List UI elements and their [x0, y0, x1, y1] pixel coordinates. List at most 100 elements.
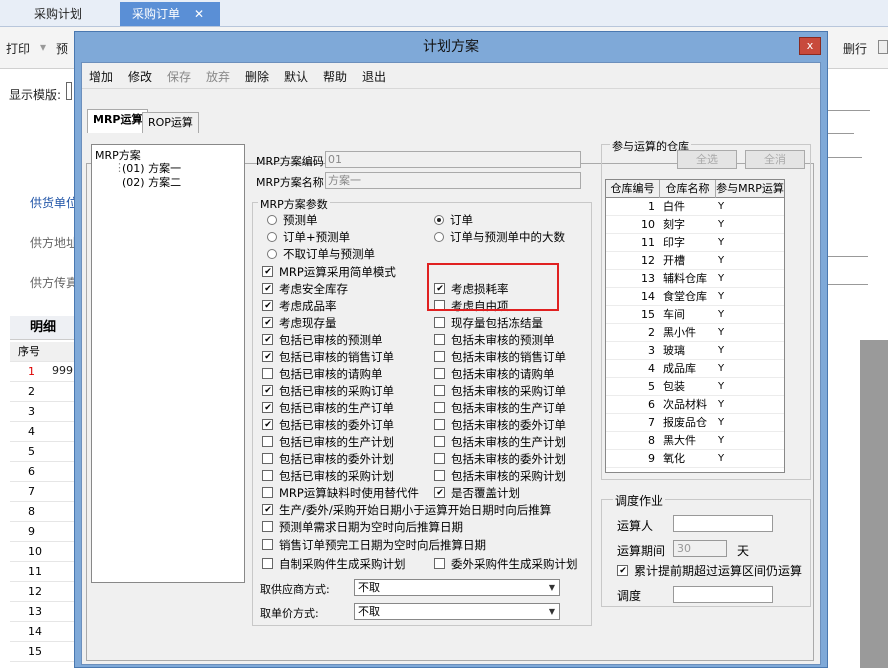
checkbox-option[interactable]: 包括已审核的采购计划 [262, 469, 394, 483]
checkbox-option[interactable]: 生产/委外/采购开始日期小于运算开始日期时向后推算 [262, 503, 551, 517]
grid-row-number[interactable]: 4 [10, 422, 74, 442]
checkbox-box[interactable] [262, 317, 273, 328]
radio-order-plus-forecast[interactable]: 订单+预测单 [267, 230, 350, 244]
grid-row-number[interactable]: 15 [10, 642, 74, 662]
checkbox-box[interactable] [262, 504, 273, 515]
table-row[interactable]: 13 辅料仓库 Y [606, 270, 784, 288]
checkbox-option[interactable]: 包括已审核的销售订单 [262, 350, 394, 364]
chevron-down-icon[interactable]: ▼ [547, 583, 557, 592]
checkbox-box[interactable] [262, 521, 273, 533]
menu-edit[interactable]: 修改 [128, 68, 152, 85]
checkbox-option[interactable]: 考虑现存量 [262, 316, 337, 330]
checkbox-option[interactable]: 包括已审核的委外计划 [262, 452, 394, 466]
tab-rop[interactable]: ROP运算 [142, 112, 199, 133]
grid-row-number[interactable]: 6 [10, 462, 74, 482]
tab-purchase-plan[interactable]: 采购计划 [22, 2, 94, 26]
check-cumulative[interactable]: 累计提前期超过运算区间仍运算 [617, 564, 802, 578]
checkbox-box[interactable] [262, 334, 273, 345]
radio-order[interactable]: 订单 [434, 213, 473, 227]
radio-forecast[interactable]: 预测单 [267, 213, 318, 227]
checkbox-box[interactable] [262, 470, 273, 481]
grid-row-number[interactable]: 5 [10, 442, 74, 462]
checkbox-option[interactable]: 包括未审核的委外计划 [434, 452, 566, 466]
checkbox-option[interactable]: 包括已审核的请购单 [262, 367, 383, 381]
table-row[interactable]: 14 食堂仓库 Y [606, 288, 784, 306]
checkbox-option[interactable]: 包括已审核的采购订单 [262, 384, 394, 398]
menu-cancel[interactable]: 放弃 [206, 68, 230, 85]
checkbox-option[interactable]: 包括已审核的生产订单 [262, 401, 394, 415]
clear-all-button[interactable]: 全消 [745, 150, 805, 169]
supplier-mode-select[interactable]: 不取 ▼ [354, 579, 560, 596]
select-all-button[interactable]: 全选 [677, 150, 737, 169]
checkbox-box[interactable] [434, 317, 445, 328]
checkbox-box[interactable] [434, 453, 445, 464]
checkbox-option[interactable]: 销售订单预完工日期为空时向后推算日期 [262, 538, 486, 552]
checkbox-option[interactable]: 是否覆盖计划 [434, 486, 520, 500]
scheme-name-field[interactable]: 方案一 [325, 172, 581, 189]
checkbox-option[interactable]: MRP运算采用简单模式 [262, 265, 396, 279]
table-row[interactable]: 8 黑大件 Y [606, 432, 784, 450]
checkbox-box[interactable] [434, 436, 445, 447]
menu-delete[interactable]: 删除 [245, 68, 269, 85]
check-self-made[interactable]: 自制采购件生成采购计划 [262, 557, 406, 571]
check-self-made-box[interactable] [262, 558, 273, 569]
table-row[interactable]: 11 印字 Y [606, 234, 784, 252]
radio-max-of-both[interactable]: 订单与预测单中的大数 [434, 230, 565, 244]
checkbox-option[interactable]: 考虑成品率 [262, 299, 337, 313]
col-warehouse-no[interactable]: 仓库编号 [606, 180, 660, 198]
radio-forecast-indicator[interactable] [267, 215, 277, 225]
grid-row-number[interactable]: 10 [10, 542, 74, 562]
grid-row-number[interactable]: 14 [10, 622, 74, 642]
col-warehouse-name[interactable]: 仓库名称 [660, 180, 716, 198]
checkbox-box[interactable] [434, 419, 445, 430]
menu-default[interactable]: 默认 [284, 68, 308, 85]
checkbox-option[interactable]: 包括已审核的生产计划 [262, 435, 394, 449]
check-outsourced-box[interactable] [434, 558, 445, 569]
more-button[interactable] [878, 40, 888, 54]
template-select[interactable] [66, 82, 72, 100]
checkbox-option[interactable]: 包括未审核的预测单 [434, 333, 555, 347]
table-row[interactable]: 2 黑小件 Y [606, 324, 784, 342]
grid-row-number[interactable]: 13 [10, 602, 74, 622]
checkbox-box[interactable] [262, 368, 273, 379]
checkbox-box[interactable] [262, 419, 273, 430]
tab-purchase-order[interactable]: 采购订单 ✕ [120, 2, 220, 26]
table-row[interactable]: 1 白件 Y [606, 198, 784, 216]
close-button[interactable]: x [799, 37, 821, 55]
radio-none[interactable]: 不取订单与预测单 [267, 247, 375, 261]
checkbox-box[interactable] [262, 385, 273, 396]
checkbox-box[interactable] [262, 538, 273, 550]
grid-row-number[interactable]: 11 [10, 562, 74, 582]
table-row[interactable]: 10 刻字 Y [606, 216, 784, 234]
table-row[interactable]: 7 报废品仓 Y [606, 414, 784, 432]
radio-none-indicator[interactable] [267, 249, 277, 259]
col-participate-mrp[interactable]: 参与MRP运算 [716, 180, 784, 198]
checkbox-box[interactable] [434, 368, 445, 379]
warehouse-table[interactable]: 仓库编号 仓库名称 参与MRP运算 1 白件 Y 10 刻字 Y 11 印字 Y 12 开槽 Y 13 辅… [605, 179, 785, 473]
dispatch-input[interactable] [673, 586, 773, 603]
checkbox-option[interactable]: 包括已审核的预测单 [262, 333, 383, 347]
checkbox-box[interactable] [434, 470, 445, 481]
checkbox-box[interactable] [434, 402, 445, 413]
checkbox-option[interactable]: 包括未审核的采购计划 [434, 469, 566, 483]
radio-order-indicator[interactable] [434, 215, 444, 225]
preview-button[interactable]: 预 [56, 40, 68, 57]
menu-help[interactable]: 帮助 [323, 68, 347, 85]
tree-item-scheme-2[interactable]: (02) 方案二 [122, 174, 181, 190]
checkbox-box[interactable] [262, 283, 273, 294]
delete-row-button[interactable]: 删行 [843, 40, 867, 57]
checkbox-box[interactable] [434, 487, 445, 498]
grid-row-number[interactable]: 7 [10, 482, 74, 502]
detail-tab[interactable]: 明细 [10, 316, 74, 340]
checkbox-option[interactable]: 现存量包括冻结量 [434, 316, 543, 330]
table-row[interactable]: 9 氧化 Y [606, 450, 784, 468]
check-outsourced[interactable]: 委外采购件生成采购计划 [434, 557, 578, 571]
close-icon[interactable]: ✕ [194, 7, 204, 21]
tab-mrp[interactable]: MRP运算 [87, 109, 149, 133]
table-row[interactable]: 4 成品库 Y [606, 360, 784, 378]
checkbox-box[interactable] [262, 487, 273, 498]
chevron-down-icon[interactable]: ▼ [547, 607, 557, 616]
scheme-tree[interactable]: MRP方案 ⋮ (01) 方案一 (02) 方案二 [91, 144, 245, 583]
checkbox-option[interactable]: 包括未审核的生产计划 [434, 435, 566, 449]
grid-row-number[interactable]: 9 [10, 522, 74, 542]
